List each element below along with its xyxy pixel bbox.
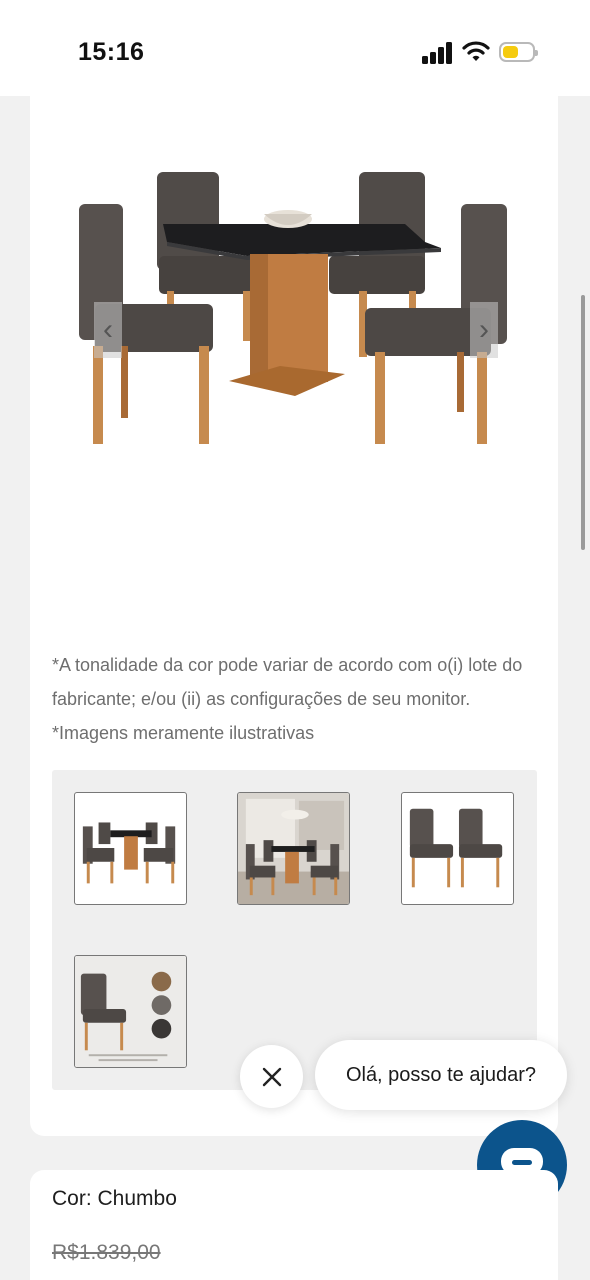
chevron-right-icon[interactable]: › xyxy=(470,302,498,358)
status-time: 15:16 xyxy=(78,38,145,66)
thumb-room-scene[interactable] xyxy=(237,792,350,905)
battery-tip xyxy=(535,50,538,56)
close-icon[interactable] xyxy=(240,1045,303,1108)
battery-fill xyxy=(503,46,518,58)
thumb-chair-details[interactable] xyxy=(74,955,187,1068)
price-card: Cor: Chumbo R$1.839,00 xyxy=(30,1170,558,1280)
battery-low-icon xyxy=(499,42,538,62)
cellular-signal-icon xyxy=(422,42,454,64)
thumb-two-chairs[interactable] xyxy=(401,792,514,905)
chat-greeting-bubble[interactable]: Olá, posso te ajudar? xyxy=(315,1040,567,1110)
product-media-card: ‹ › *A tonalidade da cor pode variar de … xyxy=(30,96,558,1136)
color-label: Cor: Chumbo xyxy=(52,1187,177,1210)
status-bar: 15:16 xyxy=(0,0,590,96)
chat-greeting-text: Olá, posso te ajudar? xyxy=(345,1063,537,1086)
old-price: R$1.839,00 xyxy=(52,1241,161,1264)
wifi-icon xyxy=(462,41,490,61)
thumb-table-set[interactable] xyxy=(74,792,187,905)
scrollbar[interactable] xyxy=(581,295,585,550)
color-disclaimer: *A tonalidade da cor pode variar de acor… xyxy=(52,655,523,743)
dining-table-set-image[interactable] xyxy=(75,156,515,456)
chevron-left-icon[interactable]: ‹ xyxy=(94,302,122,358)
